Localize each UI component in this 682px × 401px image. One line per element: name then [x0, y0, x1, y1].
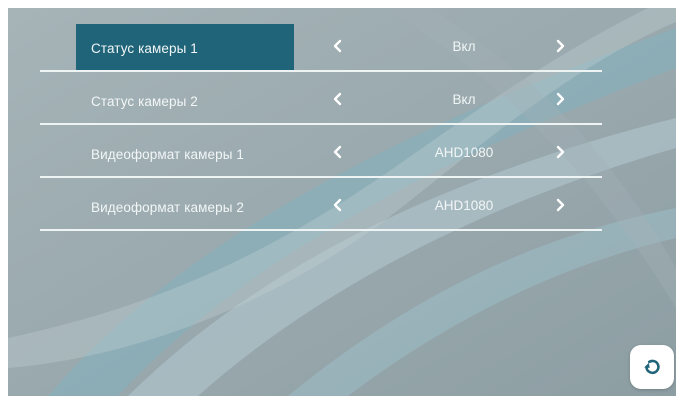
setting-label[interactable]: Статус камеры 1	[76, 24, 294, 72]
row-divider	[40, 123, 602, 125]
setting-value: AHD1080	[434, 198, 494, 213]
chevron-right-icon[interactable]	[548, 193, 572, 217]
undo-arrow-icon	[644, 359, 660, 375]
setting-label[interactable]: Видеоформат камеры 1	[76, 130, 294, 178]
row-divider	[40, 70, 602, 72]
chevron-right-icon[interactable]	[548, 87, 572, 111]
row-divider	[40, 176, 602, 178]
setting-value: Вкл	[452, 92, 476, 107]
settings-screen: Статус камеры 1 Вкл Статус камеры 2 Вкл Виде…	[8, 8, 676, 396]
setting-label[interactable]: Видеоформат камеры 2	[76, 183, 294, 231]
row-divider	[40, 229, 602, 231]
chevron-right-icon[interactable]	[548, 140, 572, 164]
back-button[interactable]	[630, 345, 674, 389]
setting-row[interactable]: Статус камеры 2 Вкл	[40, 73, 602, 125]
chevron-left-icon[interactable]	[326, 34, 350, 58]
chevron-left-icon[interactable]	[326, 87, 350, 111]
setting-row[interactable]: Статус камеры 1 Вкл	[40, 20, 602, 72]
setting-label[interactable]: Статус камеры 2	[76, 77, 294, 125]
setting-row[interactable]: Видеоформат камеры 2 AHD1080	[40, 179, 602, 231]
setting-value: Вкл	[452, 39, 476, 54]
chevron-left-icon[interactable]	[326, 193, 350, 217]
chevron-right-icon[interactable]	[548, 34, 572, 58]
setting-row[interactable]: Видеоформат камеры 1 AHD1080	[40, 126, 602, 178]
chevron-left-icon[interactable]	[326, 140, 350, 164]
setting-value: AHD1080	[434, 145, 494, 160]
